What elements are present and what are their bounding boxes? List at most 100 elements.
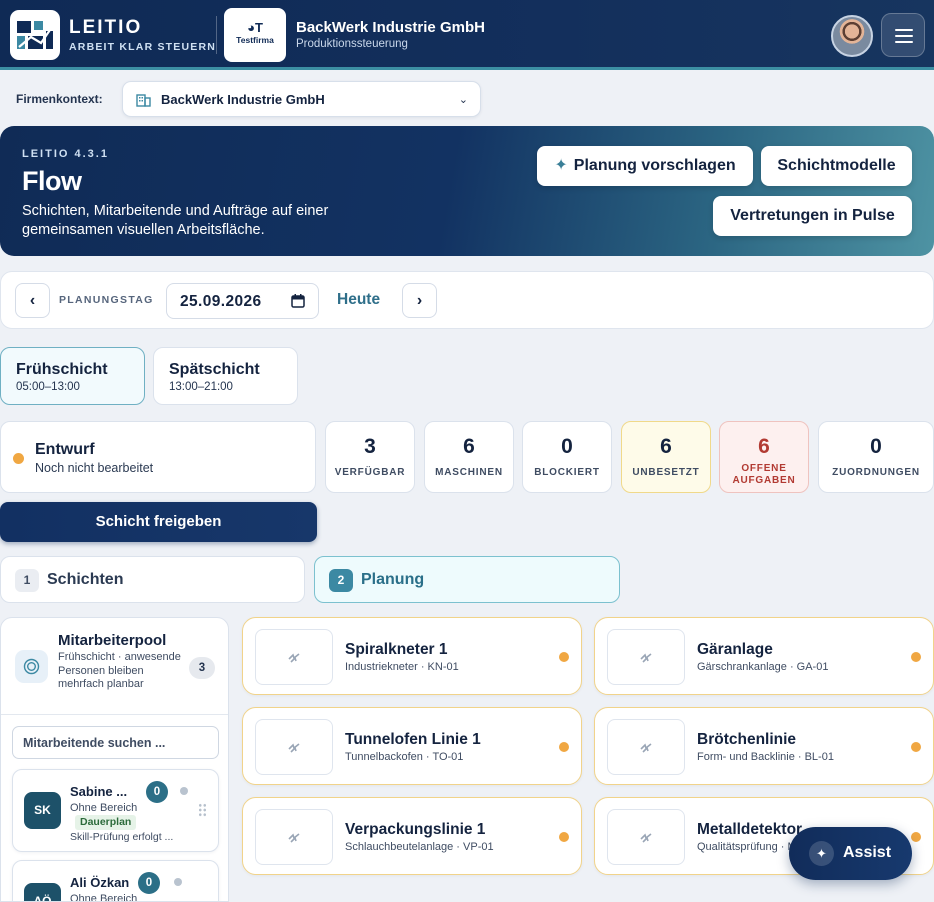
step-tab-planning[interactable]: 2 Planung (314, 556, 620, 603)
planning-date-input[interactable]: 25.09.2026 (166, 283, 319, 319)
page-title: Flow (22, 166, 82, 196)
stat-label: ZUORDNUNGEN (832, 467, 920, 478)
stat-available: 3 VERFÜGBAR (325, 421, 415, 493)
today-link[interactable]: Heute (337, 291, 380, 309)
machine-status-dot (559, 832, 569, 842)
machine-placeholder-icon (288, 833, 300, 843)
machine-card[interactable]: Spiralkneter 1 Industriekneter · KN-01 (242, 617, 582, 695)
machine-details: Schlauchbeutelanlage · VP-01 (345, 841, 494, 853)
machine-status-dot (559, 742, 569, 752)
presence-dot (180, 787, 188, 795)
calendar-icon[interactable] (291, 294, 305, 313)
machine-thumbnail (255, 809, 333, 865)
stat-assignments: 0 ZUORDNUNGEN (818, 421, 934, 493)
company-subtitle: Produktionssteuerung (296, 38, 408, 50)
machine-status-dot (911, 652, 921, 662)
employee-name: Ali Özkan (70, 875, 130, 890)
plan-type-tag: Dauerplan (75, 815, 137, 830)
header-divider (216, 16, 217, 54)
employee-card[interactable]: AÖ Ali Özkan 0 Ohne Bereich (12, 860, 219, 902)
sparkle-icon: ✦ (809, 841, 834, 866)
pool-title: Mitarbeiterpool (58, 632, 167, 649)
machine-thumbnail (607, 719, 685, 775)
user-avatar[interactable] (831, 15, 873, 57)
machine-placeholder-icon (288, 653, 300, 663)
shift-tab-late[interactable]: Spätschicht 13:00–21:00 (153, 347, 298, 405)
presence-dot (174, 878, 182, 886)
stat-label: MASCHINEN (435, 467, 503, 478)
stat-value: 6 (463, 435, 475, 458)
employee-name: Sabine ... (70, 784, 128, 799)
assist-button[interactable]: ✦ Assist (789, 827, 912, 880)
stat-value: 0 (561, 435, 573, 458)
employee-avatar: AÖ (24, 883, 61, 901)
company-context-label: Firmenkontext: (16, 92, 103, 106)
step-label: Planung (361, 571, 425, 588)
assignment-count-badge: 0 (138, 872, 160, 894)
stat-unassigned: 6 UNBESETZT (621, 421, 711, 493)
employee-card[interactable]: SK Sabine ... 0 Ohne Bereich Dauerplan S… (12, 769, 219, 852)
machine-card[interactable]: Verpackungslinie 1 Schlauchbeutelanlage … (242, 797, 582, 875)
stat-value: 0 (870, 435, 882, 458)
stat-value: 3 (364, 435, 376, 458)
status-indicator-dot (13, 453, 24, 464)
pulse-substitutions-button[interactable]: Vertretungen in Pulse (713, 196, 912, 236)
machine-placeholder-icon (640, 833, 652, 843)
company-context-value: BackWerk Industrie GmbH (161, 92, 325, 107)
pool-description: Frühschicht · anwesende Personen bleiben… (58, 651, 181, 690)
machine-placeholder-icon (640, 743, 652, 753)
suggest-planning-label: Planung vorschlagen (573, 157, 736, 174)
step-tab-shifts[interactable]: 1 Schichten (0, 556, 305, 603)
app-version: LEITIO 4.3.1 (22, 148, 109, 160)
company-context-select[interactable]: BackWerk Industrie GmbH ⌄ (122, 81, 481, 117)
planning-day-label: PLANUNGSTAG (59, 294, 154, 306)
brand-tagline: ARBEIT KLAR STEUERN (69, 41, 217, 53)
brand-name: LEITIO (69, 17, 143, 38)
machine-name: Verpackungslinie 1 (345, 821, 486, 838)
leitio-logo-icon[interactable] (10, 10, 60, 60)
machine-status-dot (559, 652, 569, 662)
release-shift-button[interactable]: Schicht freigeben (0, 502, 317, 542)
step-label: Schichten (47, 571, 124, 588)
shift-name: Frühschicht (16, 361, 108, 378)
machine-card[interactable]: Tunnelofen Linie 1 Tunnelbackofen · TO-0… (242, 707, 582, 785)
employee-area: Ohne Bereich (70, 802, 138, 814)
machine-thumbnail (607, 629, 685, 685)
hero-banner: LEITIO 4.3.1 Flow Schichten, Mitarbeiten… (0, 126, 934, 256)
machine-details: Form- und Backlinie · BL-01 (697, 751, 834, 763)
stat-label: UNBESETZT (632, 467, 700, 478)
drag-handle-icon[interactable] (198, 803, 207, 817)
sparkle-icon: ✦ (554, 157, 568, 174)
machine-placeholder-icon (288, 743, 300, 753)
next-day-button[interactable]: › (402, 283, 437, 318)
machine-thumbnail (255, 719, 333, 775)
stat-value: 6 (758, 435, 770, 458)
machine-card[interactable]: Brötchenlinie Form- und Backlinie · BL-0… (594, 707, 934, 785)
chevron-down-icon: ⌄ (458, 94, 468, 106)
assignment-count-badge: 0 (146, 781, 168, 803)
suggest-planning-button[interactable]: ✦ Planung vorschlagen (537, 146, 753, 186)
machine-name: Spiralkneter 1 (345, 641, 448, 658)
shift-tab-early[interactable]: Frühschicht 05:00–13:00 (0, 347, 145, 405)
machine-card[interactable]: Gäranlage Gärschrankanlage · GA-01 (594, 617, 934, 695)
employee-search-input[interactable] (12, 726, 219, 759)
machine-thumbnail (255, 629, 333, 685)
machine-name: Gäranlage (697, 641, 773, 658)
stat-machines: 6 MASCHINEN (424, 421, 514, 493)
machine-details: Gärschrankanlage · GA-01 (697, 661, 829, 673)
shift-models-button[interactable]: Schichtmodelle (761, 146, 912, 186)
machine-status-dot (911, 742, 921, 752)
top-bar: LEITIO ARBEIT KLAR STEUERN ◕T Testfirma … (0, 0, 934, 70)
step-number: 2 (329, 569, 353, 592)
shift-time: 13:00–21:00 (169, 381, 233, 393)
stat-value: 6 (660, 435, 672, 458)
previous-day-button[interactable]: ‹ (15, 283, 50, 318)
building-icon (136, 92, 151, 112)
assist-label: Assist (843, 844, 892, 861)
stat-label: OFFENE AUFGABEN (732, 463, 796, 486)
stat-open-tasks: 6 OFFENE AUFGABEN (719, 421, 809, 493)
shift-name: Spätschicht (169, 361, 260, 378)
machine-name: Metalldetektor (697, 821, 803, 838)
hamburger-menu-icon[interactable] (881, 13, 925, 57)
employee-area: Ohne Bereich (70, 893, 138, 902)
